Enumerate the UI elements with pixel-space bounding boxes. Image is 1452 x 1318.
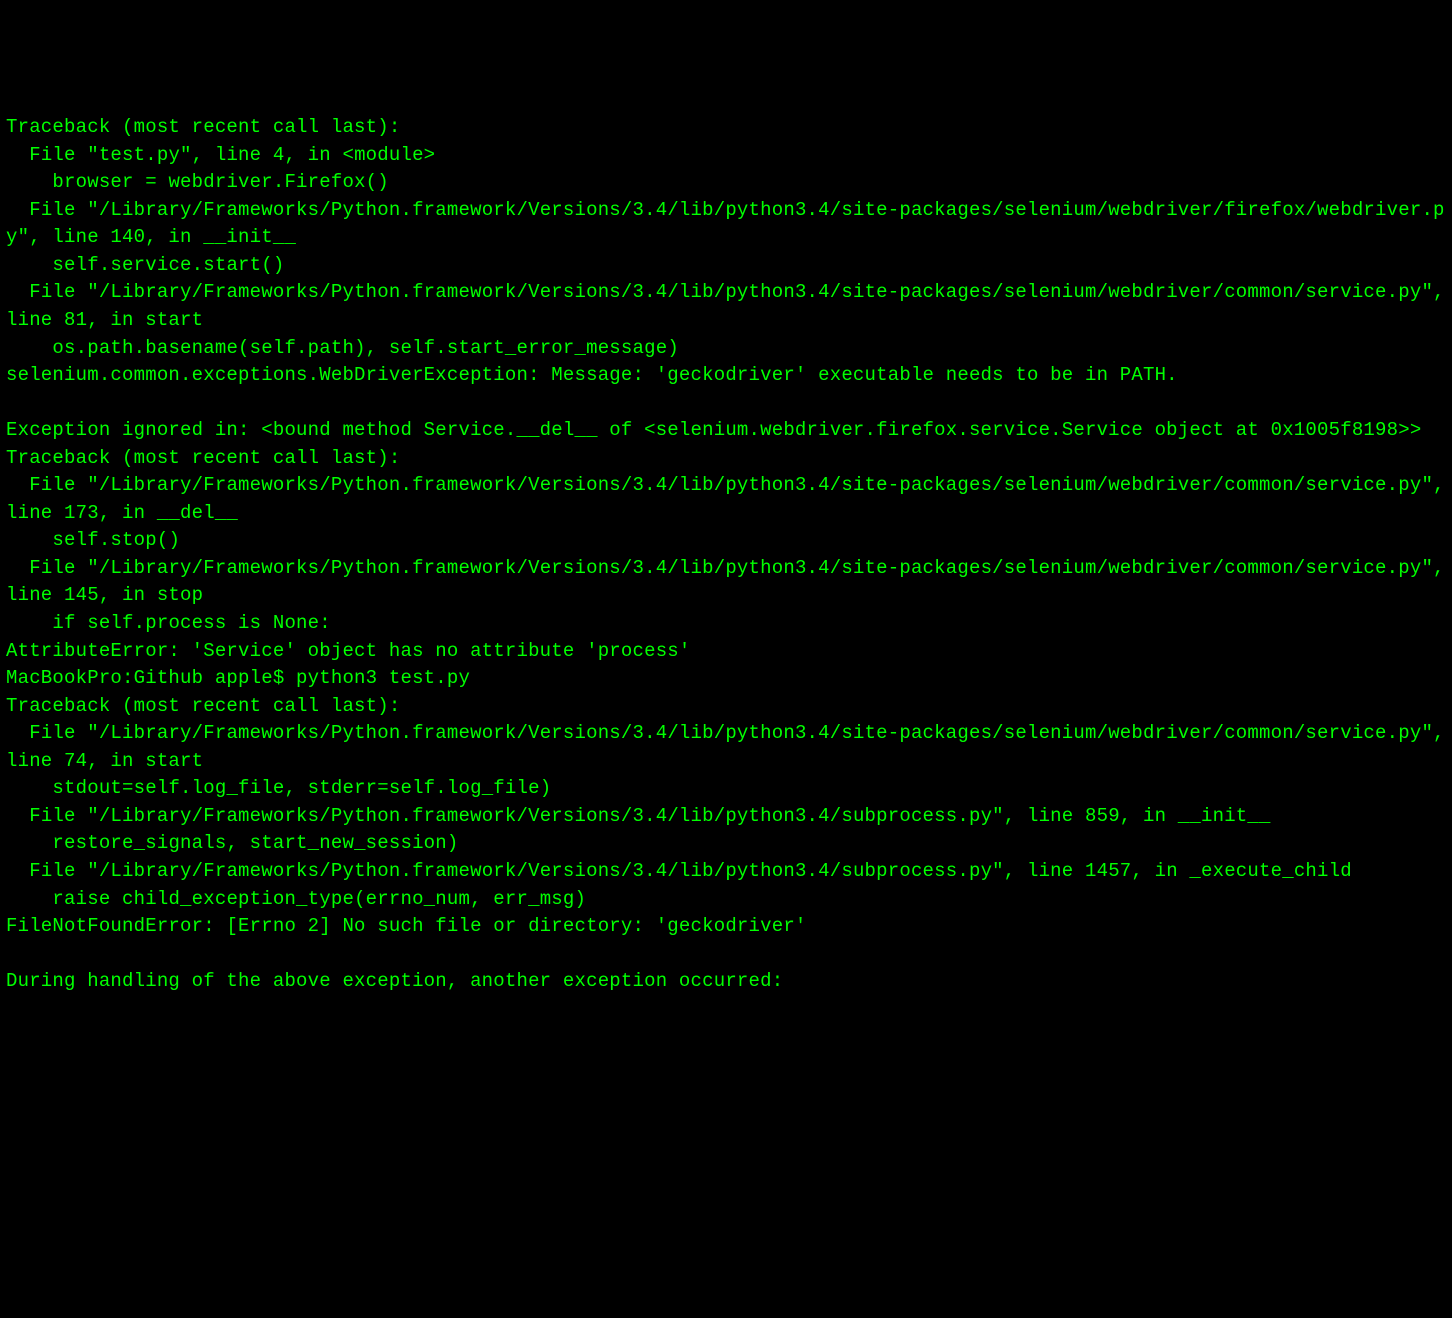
- terminal-text: Traceback (most recent call last): File …: [6, 116, 1452, 992]
- terminal-output[interactable]: Traceback (most recent call last): File …: [6, 114, 1446, 996]
